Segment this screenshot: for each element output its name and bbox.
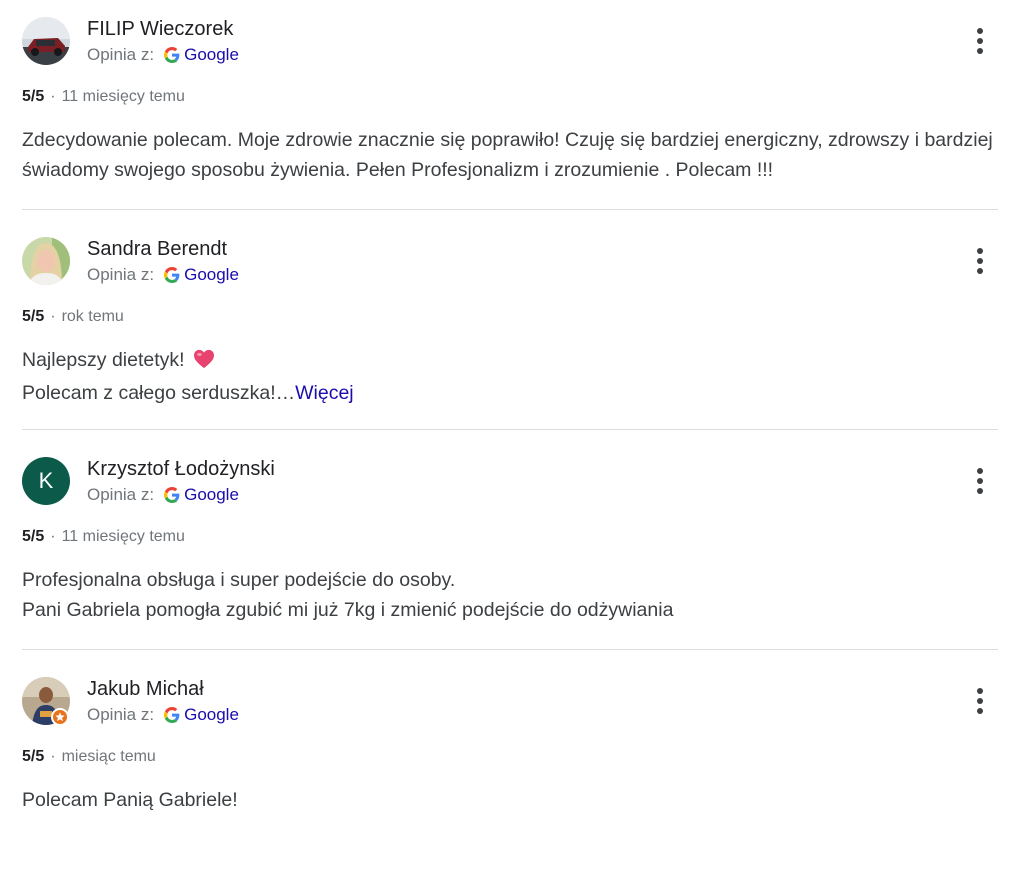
- heart-emoji-icon: [193, 348, 215, 378]
- source-label: Opinia z:: [87, 45, 155, 64]
- author-name[interactable]: Krzysztof Łodożynski: [87, 457, 275, 481]
- review-meta: 5/5 · 11 miesięcy temu: [22, 86, 185, 108]
- google-source-link[interactable]: Google: [184, 264, 239, 286]
- local-guide-star-icon: [51, 708, 69, 726]
- review-text-line: Profesjonalna obsługa i super podejście …: [22, 569, 456, 591]
- author-name[interactable]: Sandra Berendt: [87, 237, 227, 261]
- avatar[interactable]: [22, 17, 70, 65]
- avatar-letter: K: [22, 457, 70, 505]
- more-link[interactable]: Więcej: [295, 382, 354, 404]
- divider: [22, 209, 998, 210]
- google-source-link[interactable]: Google: [184, 44, 239, 66]
- separator: ·: [50, 528, 56, 545]
- more-vert-icon[interactable]: [966, 466, 994, 496]
- review-card: FILIP Wieczorek Opinia z: Google 5/5 · 11 …: [0, 0, 1024, 220]
- source-label: Opinia z:: [87, 705, 155, 724]
- author-name[interactable]: Jakub Michał: [87, 677, 204, 701]
- review-source: Opinia z: Google: [87, 484, 239, 506]
- review-text-line: Najlepszy dietetyk!: [22, 349, 185, 371]
- google-g-icon: [164, 47, 180, 63]
- review-meta: 5/5 · rok temu: [22, 306, 124, 328]
- more-vert-icon[interactable]: [966, 26, 994, 56]
- rating: 5/5: [22, 748, 45, 765]
- source-label: Opinia z:: [87, 265, 155, 284]
- rating: 5/5: [22, 528, 45, 545]
- more-vert-icon[interactable]: [966, 686, 994, 716]
- rating: 5/5: [22, 88, 45, 105]
- review-source: Opinia z: Google: [87, 264, 239, 286]
- review-text: Profesjonalna obsługa i super podejście …: [22, 565, 997, 625]
- review-time: 11 miesięcy temu: [61, 528, 185, 545]
- rating: 5/5: [22, 308, 45, 325]
- google-source-link[interactable]: Google: [184, 484, 239, 506]
- author-name[interactable]: FILIP Wieczorek: [87, 17, 233, 41]
- review-card: Sandra Berendt Opinia z: Google 5/5 · rok …: [0, 220, 1024, 440]
- review-text: Zdecydowanie polecam. Moje zdrowie znacz…: [22, 129, 993, 181]
- review-time: 11 miesięcy temu: [61, 88, 185, 105]
- review-source: Opinia z: Google: [87, 704, 239, 726]
- review-text-line: Polecam z całego serduszka!…: [22, 382, 296, 404]
- google-g-icon: [164, 267, 180, 283]
- review-meta: 5/5 · miesiąc temu: [22, 746, 156, 768]
- avatar[interactable]: [22, 237, 70, 285]
- separator: ·: [50, 308, 56, 325]
- review-time: rok temu: [61, 308, 124, 325]
- avatar[interactable]: K: [22, 457, 70, 505]
- more-vert-icon[interactable]: [966, 246, 994, 276]
- review-text: Polecam Panią Gabriele!: [22, 789, 238, 811]
- review-card: K Krzysztof Łodożynski Opinia z: Google …: [0, 440, 1024, 660]
- review-card: Jakub Michał Opinia z: Google 5/5 · miesią…: [0, 660, 1024, 880]
- google-source-link[interactable]: Google: [184, 704, 239, 726]
- review-source: Opinia z: Google: [87, 44, 239, 66]
- review-meta: 5/5 · 11 miesięcy temu: [22, 526, 185, 548]
- review-time: miesiąc temu: [61, 748, 156, 765]
- review-text-line: Pani Gabriela pomogła zgubić mi już 7kg …: [22, 599, 674, 621]
- source-label: Opinia z:: [87, 485, 155, 504]
- divider: [22, 429, 998, 430]
- separator: ·: [50, 88, 56, 105]
- separator: ·: [50, 748, 56, 765]
- review-text: Najlepszy dietetyk! Polecam z całego ser…: [22, 345, 997, 408]
- divider: [22, 649, 998, 650]
- google-g-icon: [164, 487, 180, 503]
- google-g-icon: [164, 707, 180, 723]
